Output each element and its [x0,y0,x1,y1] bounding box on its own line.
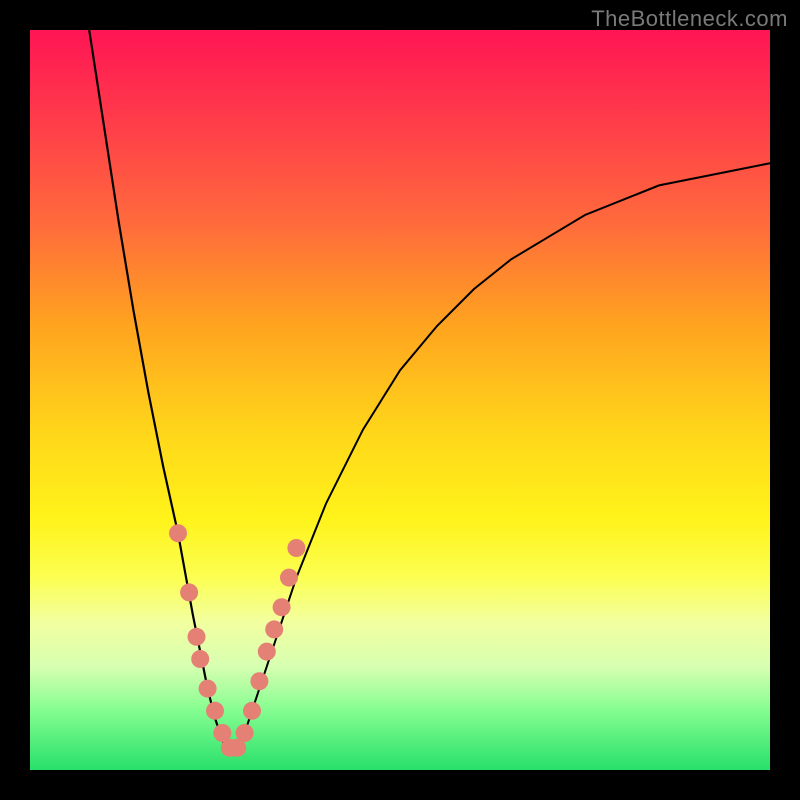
marker-dot [250,672,268,690]
left-curve [89,30,230,755]
right-curve [230,163,770,755]
marker-dot [258,643,276,661]
marker-dot [199,680,217,698]
marker-dot [188,628,206,646]
marker-dot [243,702,261,720]
marker-dot [280,569,298,587]
marker-dot [273,598,291,616]
chart-stage: TheBottleneck.com [0,0,800,800]
marker-dot [169,524,187,542]
marker-dot [265,620,283,638]
marker-dot [180,583,198,601]
plot-area [30,30,770,770]
marker-group [169,524,305,757]
marker-dot [236,724,254,742]
marker-dot [287,539,305,557]
marker-dot [206,702,224,720]
marker-dot [191,650,209,668]
curve-layer [30,30,770,770]
watermark-text: TheBottleneck.com [591,6,788,32]
